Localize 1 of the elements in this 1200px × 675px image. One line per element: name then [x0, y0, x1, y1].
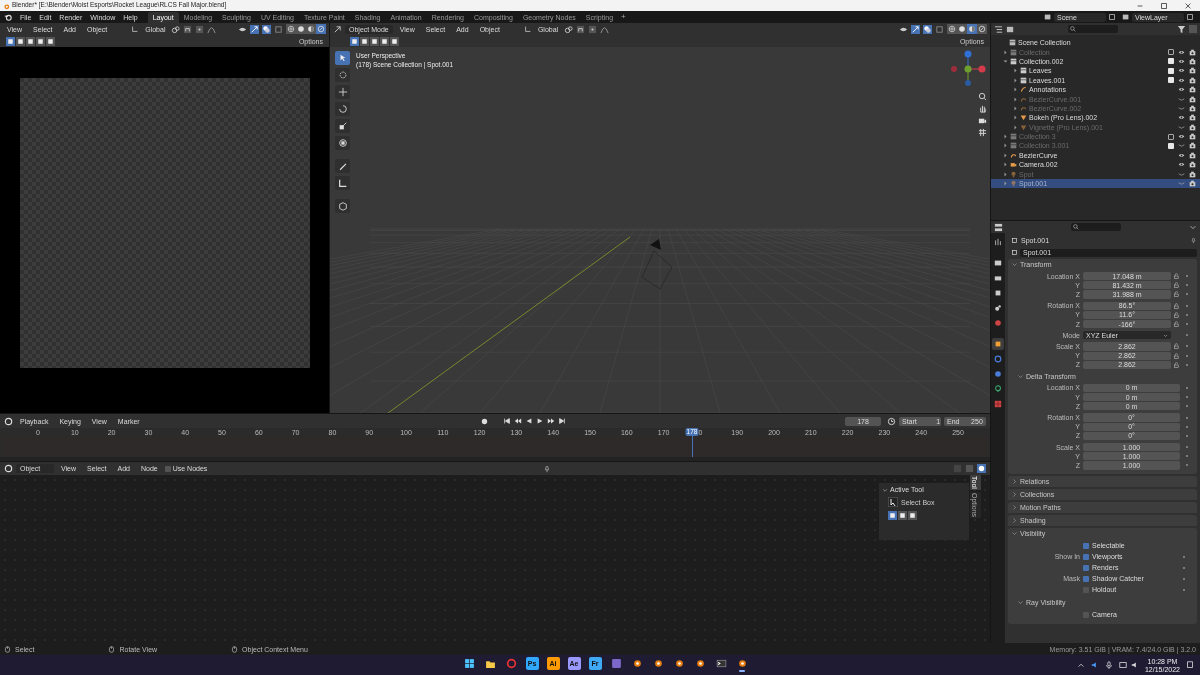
- add-workspace-button[interactable]: +: [618, 13, 629, 21]
